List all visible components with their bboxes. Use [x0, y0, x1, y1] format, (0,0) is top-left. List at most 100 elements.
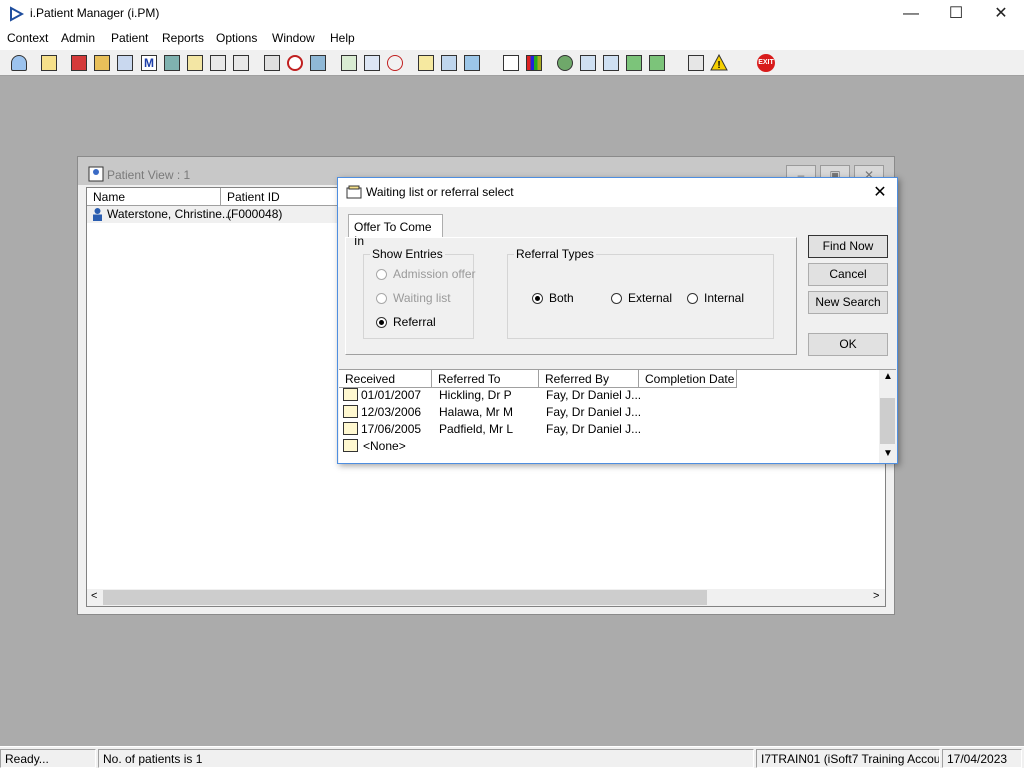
- status-date: 17/04/2023: [942, 749, 1022, 768]
- column-header-patient-id[interactable]: Patient ID: [221, 188, 339, 206]
- home-icon[interactable]: [91, 52, 113, 74]
- patient-icon[interactable]: [8, 52, 30, 74]
- horizontal-scrollbar[interactable]: < >: [87, 589, 885, 606]
- ok-button[interactable]: OK: [808, 333, 888, 356]
- referral-icon: [343, 405, 358, 418]
- patient-count: No. of patients is 1: [98, 749, 754, 768]
- menu-reports[interactable]: Reports: [162, 31, 204, 45]
- chart-icon[interactable]: [338, 52, 360, 74]
- dialog-close-button[interactable]: ✕: [868, 181, 892, 205]
- list-item[interactable]: 01/01/2007 Hickling, Dr P Fay, Dr Daniel…: [339, 387, 879, 404]
- menu-patient[interactable]: Patient: [111, 31, 148, 45]
- bed-icon[interactable]: [230, 52, 252, 74]
- menu-window[interactable]: Window: [272, 31, 315, 45]
- cancel-button[interactable]: Cancel: [808, 263, 888, 286]
- radio-external[interactable]: External: [611, 291, 681, 307]
- referral-select-dialog: Waiting list or referral select ✕ Offer …: [337, 177, 898, 464]
- column-header-received[interactable]: Received: [339, 370, 432, 388]
- download-icon[interactable]: [623, 52, 645, 74]
- tab-offer-to-come-in[interactable]: Offer To Come In: [348, 214, 443, 248]
- toolbar: M ! EXIT: [0, 50, 1024, 76]
- dialog-titlebar: Waiting list or referral select ✕: [338, 178, 897, 207]
- minimize-button[interactable]: —: [888, 0, 934, 28]
- patient-icon: [88, 166, 104, 182]
- radio-referral[interactable]: Referral: [376, 315, 471, 331]
- close-button[interactable]: ✕: [978, 0, 1024, 28]
- referral-types-label: Referral Types: [514, 247, 596, 261]
- scroll-up-icon[interactable]: ▲: [883, 371, 893, 382]
- show-entries-group: Show Entries Admission offer Waiting lis…: [363, 247, 475, 339]
- page-icon[interactable]: [500, 52, 522, 74]
- printer-icon[interactable]: [38, 52, 60, 74]
- status-text: Ready...: [0, 749, 96, 768]
- swap-icon[interactable]: [685, 52, 707, 74]
- folder-icon[interactable]: [114, 52, 136, 74]
- referral-list: Received Referred To Referred By Complet…: [339, 369, 896, 463]
- exit-label: EXIT: [757, 54, 775, 72]
- radio-waiting-list: Waiting list: [376, 291, 471, 307]
- radio-both[interactable]: Both: [532, 291, 592, 307]
- bar-chart-icon[interactable]: [523, 52, 545, 74]
- list-item[interactable]: <None>: [339, 438, 879, 455]
- find-now-button[interactable]: Find Now: [808, 235, 888, 258]
- ward-icon[interactable]: [461, 52, 483, 74]
- patient-id: (F000048): [227, 207, 283, 221]
- ambulance-icon[interactable]: [207, 52, 229, 74]
- menu-help[interactable]: Help: [330, 31, 355, 45]
- status-bar: Ready... No. of patients is 1 I7TRAIN01 …: [0, 746, 1024, 768]
- vertical-scrollbar[interactable]: ▲ ▼: [879, 370, 896, 463]
- new-search-button[interactable]: New Search: [808, 291, 888, 314]
- tab-panel: Show Entries Admission offer Waiting lis…: [345, 237, 797, 355]
- svg-text:!: !: [717, 60, 720, 71]
- scroll-left-icon[interactable]: <: [91, 590, 97, 602]
- account-name: I7TRAIN01 (iSoft7 Training Account): [756, 749, 940, 768]
- column-header-referred-to[interactable]: Referred To: [432, 370, 539, 388]
- book-icon[interactable]: [68, 52, 90, 74]
- list-item[interactable]: 17/06/2005 Padfield, Mr L Fay, Dr Daniel…: [339, 421, 879, 438]
- person-icon: [93, 208, 102, 221]
- monitor-icon[interactable]: [307, 52, 329, 74]
- globe-icon[interactable]: [554, 52, 576, 74]
- referral-icon: [343, 388, 358, 401]
- radio-admission-offer: Admission offer: [376, 267, 475, 283]
- clock-icon[interactable]: [284, 52, 306, 74]
- patient-name: Waterstone, Christine...: [107, 207, 232, 221]
- radio-internal[interactable]: Internal: [687, 291, 757, 307]
- column-header-referred-by[interactable]: Referred By: [539, 370, 639, 388]
- stretcher-icon[interactable]: [438, 52, 460, 74]
- scroll-right-icon[interactable]: >: [873, 590, 879, 602]
- menu-context[interactable]: Context: [7, 31, 48, 45]
- warning-icon[interactable]: !: [708, 52, 730, 74]
- patient-view-title: Patient View : 1: [107, 168, 191, 182]
- patient-row[interactable]: Waterstone, Christine... (F000048): [87, 206, 337, 223]
- column-header-completion-date[interactable]: Completion Date: [639, 370, 737, 388]
- app-titlebar: i.Patient Manager (i.PM) — ☐ ✕: [0, 0, 1024, 28]
- transfer-icon[interactable]: [600, 52, 622, 74]
- inbox-icon[interactable]: [577, 52, 599, 74]
- letter-m-icon[interactable]: M: [138, 52, 160, 74]
- notes-icon[interactable]: [415, 52, 437, 74]
- app-logo-icon: [10, 6, 24, 22]
- clipboard-icon[interactable]: [184, 52, 206, 74]
- referral-icon: [343, 422, 358, 435]
- show-entries-label: Show Entries: [370, 247, 445, 261]
- scroll-thumb[interactable]: [880, 398, 895, 444]
- doctor-icon[interactable]: [161, 52, 183, 74]
- document-icon[interactable]: [361, 52, 383, 74]
- list-item[interactable]: 12/03/2006 Halawa, Mr M Fay, Dr Daniel J…: [339, 404, 879, 421]
- app-title: i.Patient Manager (i.PM): [30, 6, 160, 20]
- exit-icon[interactable]: EXIT: [755, 52, 777, 74]
- scroll-thumb[interactable]: [103, 590, 707, 605]
- referral-types-group: Referral Types Both External Internal: [507, 247, 774, 339]
- menu-options[interactable]: Options: [216, 31, 257, 45]
- maximize-button[interactable]: ☐: [933, 0, 979, 28]
- magnify-icon[interactable]: [261, 52, 283, 74]
- compass-icon[interactable]: [384, 52, 406, 74]
- refresh-icon[interactable]: [646, 52, 668, 74]
- menu-admin[interactable]: Admin: [61, 31, 95, 45]
- document-stack-icon: [346, 185, 362, 199]
- referral-icon: [343, 439, 358, 452]
- column-header-name[interactable]: Name: [87, 188, 221, 206]
- scroll-down-icon[interactable]: ▼: [883, 448, 893, 459]
- dialog-title: Waiting list or referral select: [366, 185, 514, 199]
